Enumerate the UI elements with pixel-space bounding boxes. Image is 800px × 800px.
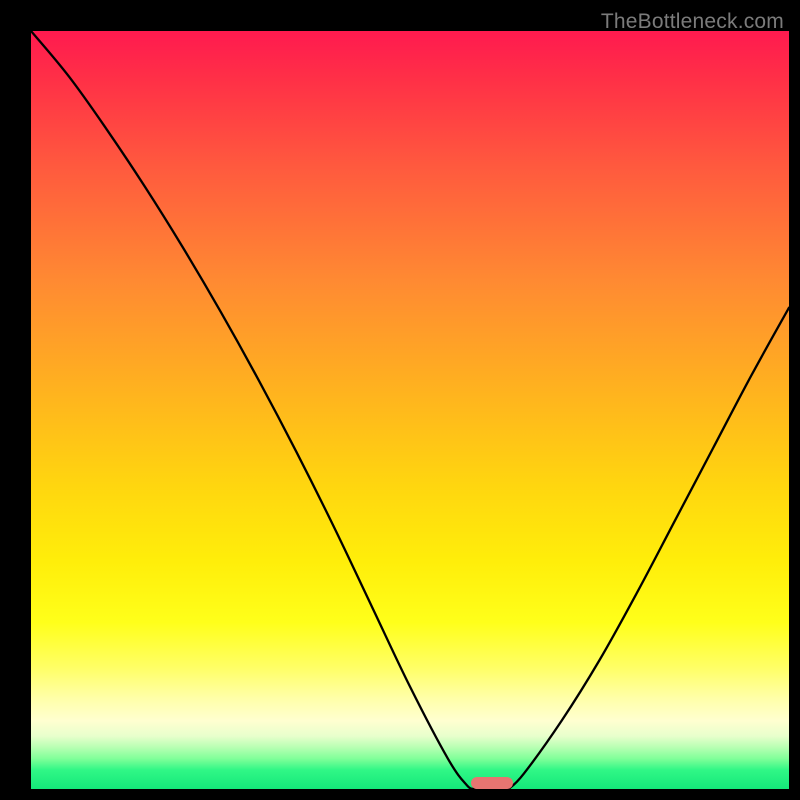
watermark-text: TheBottleneck.com [601, 10, 784, 34]
chart-frame: TheBottleneck.com [10, 10, 790, 790]
bottleneck-curve [31, 31, 789, 789]
bottleneck-marker [471, 777, 513, 789]
plot-area [31, 31, 789, 789]
